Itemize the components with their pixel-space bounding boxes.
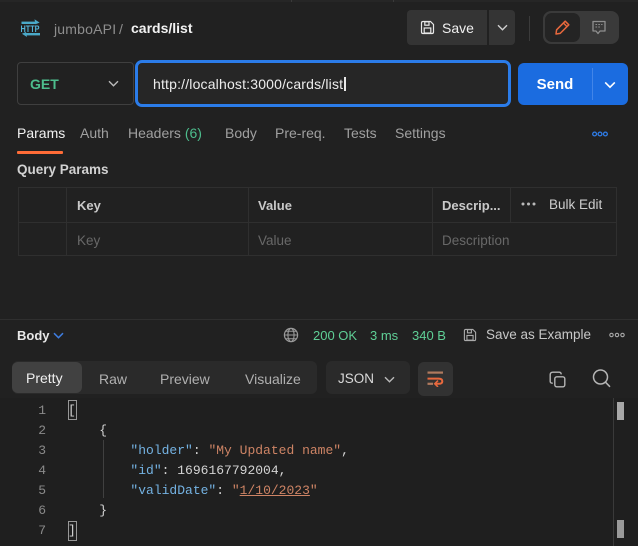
- svg-text:HTTP: HTTP: [21, 24, 40, 34]
